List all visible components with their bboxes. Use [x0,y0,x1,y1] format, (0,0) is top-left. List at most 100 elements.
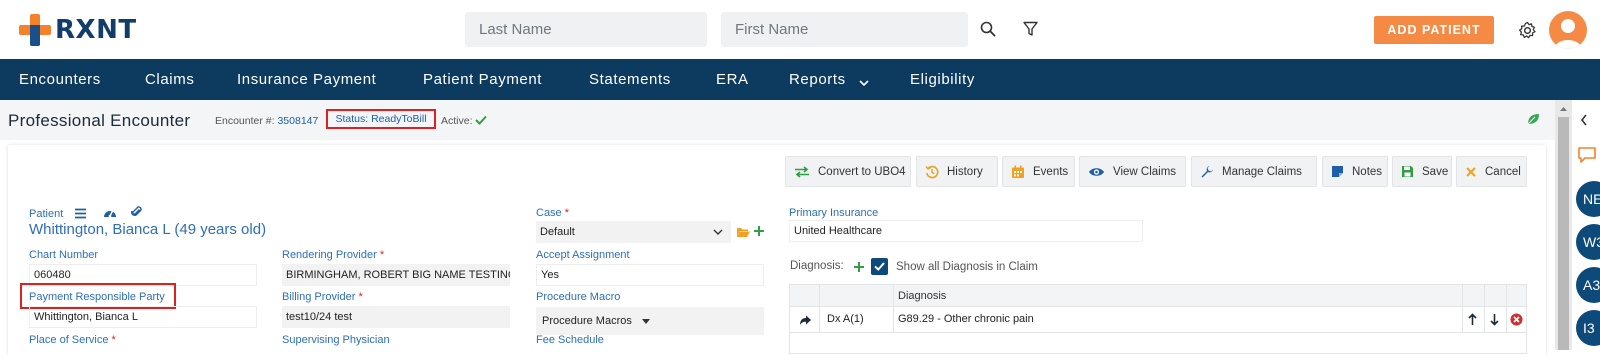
vertical-scrollbar[interactable] [1555,100,1572,350]
save-icon [1402,166,1413,177]
nav-claims[interactable]: Claims [145,71,194,88]
cancel-label: Cancel [1485,165,1521,178]
logo-cross-icon [19,14,51,46]
scrollbar-thumb[interactable] [1558,117,1569,350]
rendering-provider-text: Rendering Provider [282,249,377,261]
nav-insurance-payment[interactable]: Insurance Payment [237,71,376,88]
chevron-down-icon [713,229,723,235]
nav-eligibility[interactable]: Eligibility [910,71,975,88]
diagnosis-table-header: Diagnosis [790,285,1526,307]
user-avatar[interactable] [1549,11,1587,49]
history-icon [925,165,939,178]
diagnosis-label: Diagnosis: [790,260,844,272]
payment-party-field[interactable]: Whittington, Bianca L [29,306,257,328]
encounter-number: Encounter #: 3508147 [215,115,318,127]
primary-insurance-field[interactable]: United Healthcare [789,220,1143,242]
notes-button[interactable]: Notes [1322,156,1388,187]
main-nav: Encounters Claims Insurance Payment Pati… [0,59,1600,100]
rendering-provider-label: Rendering Provider * [282,249,385,261]
view-claims-label: View Claims [1113,165,1177,178]
chevron-down-icon[interactable] [859,74,869,92]
procedure-macro-select[interactable]: Procedure Macros [536,307,764,335]
procedure-macro-label: Procedure Macro [536,291,621,303]
accept-assignment-field[interactable]: Yes [536,264,764,286]
patient-label: Patient [29,208,63,220]
page-title: Professional Encounter [8,111,191,130]
collapse-chevron-icon[interactable] [1580,113,1588,131]
convert-ubo4-label: Convert to UBO4 [818,165,906,178]
nav-encounters[interactable]: Encounters [19,71,101,88]
active-indicator: Active: [441,115,488,127]
fee-schedule-label: Fee Schedule [536,334,604,346]
billing-provider-text: Billing Provider [282,291,356,303]
chat-icon[interactable] [1577,146,1597,169]
note-icon [1332,166,1343,177]
save-button[interactable]: Save [1392,156,1452,187]
save-label: Save [1422,165,1449,178]
wrench-icon [1201,165,1213,177]
history-button[interactable]: History [916,156,998,187]
primary-insurance-label: Primary Insurance [789,207,879,219]
encounter-number-value[interactable]: 3508147 [277,115,318,127]
diagnosis-description: G89.29 - Other chronic pain [898,313,1034,325]
calendar-icon [1012,165,1024,178]
diagnosis-column-header: Diagnosis [898,290,947,302]
add-case-icon[interactable] [753,224,765,242]
nav-era[interactable]: ERA [716,71,749,88]
nav-reports[interactable]: Reports [789,71,846,88]
first-name-input[interactable] [721,12,968,47]
show-all-diagnosis-label: Show all Diagnosis in Claim [896,261,1038,273]
diagnosis-pointer: Dx A(1) [827,313,864,325]
manage-claims-button[interactable]: Manage Claims [1191,156,1317,187]
procedure-macro-value: Procedure Macros [542,315,632,327]
caret-down-icon [641,318,650,324]
eye-icon [1089,167,1104,176]
status-value: ReadyToBill [371,113,427,125]
show-all-diagnosis-checkbox[interactable] [871,258,888,275]
payment-party-label: Payment Responsible Party [29,291,165,303]
place-of-service-text: Place of Service [29,334,109,346]
share-arrow-icon[interactable] [799,313,812,331]
rendering-provider-field[interactable]: BIRMINGHAM, ROBERT BIG NAME TESTING C [282,264,510,286]
nav-statements[interactable]: Statements [589,71,671,88]
case-select[interactable]: Default [536,221,731,243]
diagnosis-table: Diagnosis Dx A(1) G89.29 - Other chronic… [789,284,1527,354]
gear-icon[interactable] [1516,19,1538,41]
nav-patient-payment[interactable]: Patient Payment [423,71,542,88]
add-diagnosis-icon[interactable] [853,260,865,278]
app-header: RXNT ADD PATIENT [0,0,1600,59]
history-label: History [947,165,983,178]
events-button[interactable]: Events [1002,156,1075,187]
manage-claims-label: Manage Claims [1222,165,1302,178]
last-name-input[interactable] [465,12,707,47]
check-icon [475,115,488,125]
swap-icon [795,165,809,178]
status-label: Status: [335,113,369,125]
billing-provider-label: Billing Provider * [282,291,363,303]
active-label: Active: [441,115,473,127]
case-value: Default [540,226,575,238]
case-label-text: Case [536,207,562,219]
filter-icon[interactable] [1020,19,1040,39]
leaf-icon[interactable] [1526,112,1540,131]
notes-label: Notes [1352,165,1383,178]
folder-open-icon[interactable] [736,225,750,243]
convert-ubo4-button[interactable]: Convert to UBO4 [785,156,911,187]
billing-provider-field[interactable]: test10/24 test [282,306,510,328]
place-of-service-label: Place of Service * [29,334,116,346]
close-icon [1466,166,1476,177]
remove-diagnosis-icon[interactable] [1510,313,1523,331]
scroll-up-icon[interactable] [1555,103,1572,115]
patient-label-text: Patient [29,208,64,220]
search-icon[interactable] [978,19,998,39]
move-up-icon[interactable] [1468,313,1477,331]
check-icon [874,262,885,271]
move-down-icon[interactable] [1490,313,1499,331]
cancel-button[interactable]: Cancel [1456,156,1527,187]
rxnt-logo[interactable]: RXNT [19,14,137,46]
table-row[interactable]: Dx A(1) G89.29 - Other chronic pain [790,307,1526,333]
encounter-titlebar: Professional Encounter Encounter #: 3508… [0,100,1555,140]
add-patient-button[interactable]: ADD PATIENT [1374,16,1494,44]
view-claims-button[interactable]: View Claims [1079,156,1186,187]
patient-name-link[interactable]: Whittington, Bianca L (49 years old) [29,221,266,238]
